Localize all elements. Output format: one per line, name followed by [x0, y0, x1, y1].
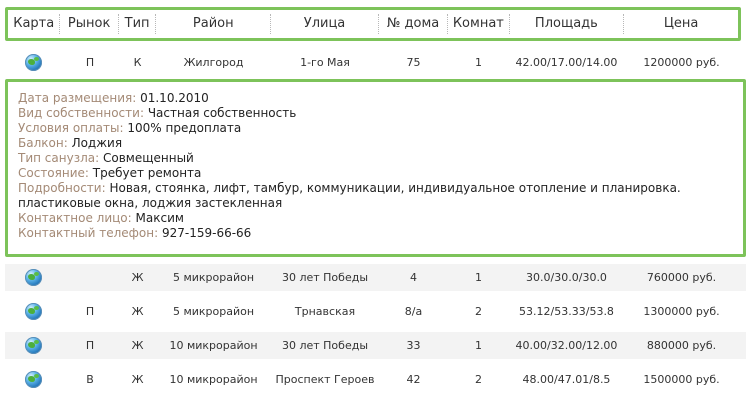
cell-street: Проспект Героев — [275, 373, 375, 386]
cell-rooms: 1 — [475, 271, 482, 284]
cell-market: П — [85, 339, 95, 352]
table-row[interactable]: П К Жилгород 1-го Мая 75 1 42.00/17.00/1… — [5, 49, 746, 75]
column-header-street[interactable]: Улица — [271, 14, 379, 34]
cell-area: 30.0/30.0/30.0 — [526, 271, 607, 284]
cell-price: 1500000 руб. — [643, 373, 720, 386]
detail-payment: Условия оплаты: 100% предоплата — [18, 121, 242, 135]
cell-district: 5 микрорайон — [172, 271, 255, 284]
cell-area: 40.00/32.00/12.00 — [515, 339, 618, 352]
column-header-price[interactable]: Цена — [624, 14, 738, 34]
column-header-district[interactable]: Район — [156, 14, 272, 34]
cell-type: К — [133, 55, 142, 69]
cell-area: 48.00/47.01/8.5 — [522, 373, 611, 386]
detail-phone: Контактный телефон: 927-159-66-66 — [18, 226, 252, 240]
cell-area: 53.12/53.33/53.8 — [519, 305, 614, 318]
cell-house: 33 — [406, 339, 421, 352]
detail-more: Подробности: Новая, стоянка, лифт, тамбу… — [18, 181, 681, 210]
cell-district: 10 микрорайон — [169, 339, 258, 352]
cell-price: 1200000 руб. — [643, 55, 720, 69]
cell-price: 760000 руб. — [646, 271, 717, 284]
detail-contact: Контактное лицо: Максим — [18, 211, 184, 225]
globe-icon[interactable] — [24, 371, 42, 388]
detail-date: Дата размещения: 01.10.2010 — [18, 91, 209, 105]
cell-area: 42.00/17.00/14.00 — [515, 55, 618, 69]
cell-type: Ж — [131, 305, 144, 318]
cell-type: Ж — [131, 373, 144, 386]
globe-icon[interactable] — [24, 303, 42, 320]
cell-street: Трнавская — [294, 305, 356, 318]
detail-ownership: Вид собственности: Частная собственность — [18, 106, 297, 120]
column-header-market[interactable]: Рынок — [60, 14, 119, 34]
table-header: Карта Рынок Тип Район Улица № дома Комна… — [5, 7, 741, 41]
detail-condition: Состояние: Требует ремонта — [18, 166, 202, 180]
cell-rooms: 1 — [475, 339, 482, 352]
cell-street: 1-го Мая — [300, 55, 350, 69]
cell-house: 75 — [406, 55, 421, 69]
globe-icon[interactable] — [24, 53, 42, 71]
cell-street: 30 лет Победы — [281, 271, 369, 284]
globe-icon[interactable] — [24, 269, 42, 286]
column-header-area[interactable]: Площадь — [510, 14, 625, 34]
globe-icon[interactable] — [24, 337, 42, 354]
column-header-map[interactable]: Карта — [8, 14, 61, 34]
cell-rooms: 2 — [475, 305, 482, 318]
cell-type: Ж — [131, 339, 144, 352]
cell-market: П — [85, 55, 95, 69]
cell-house: 8/а — [404, 305, 423, 318]
cell-rooms: 1 — [475, 55, 482, 69]
column-header-house[interactable]: № дома — [379, 14, 449, 34]
cell-house: 42 — [406, 373, 421, 386]
cell-market: П — [85, 305, 95, 318]
table-row[interactable]: В Ж 10 микрорайон Проспект Героев 42 2 4… — [5, 366, 746, 393]
cell-district: 5 микрорайон — [172, 305, 255, 318]
cell-market: В — [86, 373, 94, 386]
cell-district: 10 микрорайон — [169, 373, 258, 386]
listing-details-panel: Дата размещения: 01.10.2010 Вид собствен… — [5, 79, 746, 257]
detail-bathroom: Тип санузла: Совмещенный — [18, 151, 194, 165]
cell-price: 1300000 руб. — [643, 305, 720, 318]
column-header-rooms[interactable]: Комнат — [448, 14, 510, 34]
cell-street: 30 лет Победы — [281, 339, 369, 352]
cell-type: Ж — [131, 271, 144, 284]
cell-price: 880000 руб. — [646, 339, 717, 352]
table-row[interactable]: П Ж 5 микрорайон Трнавская 8/а 2 53.12/5… — [5, 298, 746, 325]
table-row[interactable]: Ж 5 микрорайон 30 лет Победы 4 1 30.0/30… — [5, 264, 746, 291]
detail-balcony: Балкон: Лоджия — [18, 136, 123, 150]
cell-district: Жилгород — [183, 55, 244, 69]
cell-house: 4 — [410, 271, 417, 284]
table-row[interactable]: П Ж 10 микрорайон 30 лет Победы 33 1 40.… — [5, 332, 746, 359]
cell-rooms: 2 — [475, 373, 482, 386]
column-header-type[interactable]: Тип — [119, 14, 157, 34]
